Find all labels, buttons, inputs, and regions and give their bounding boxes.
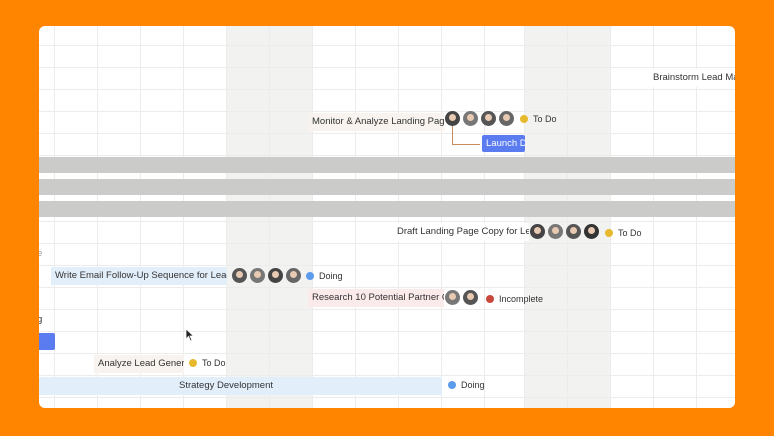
status-label: To Do: [202, 358, 226, 368]
offscreen-task-fragment[interactable]: e: [39, 245, 47, 263]
doing-status-dot: [448, 381, 456, 389]
task-bar-launch-digital[interactable]: Launch Dig: [482, 135, 525, 152]
group-separator-band: [39, 201, 735, 217]
task-bar-write-email[interactable]: Write Email Follow-Up Sequence for Lead: [51, 267, 227, 285]
timeline-grid: [39, 26, 735, 408]
status-label: Doing: [461, 380, 485, 390]
assignee-avatars[interactable]: [232, 268, 301, 283]
gantt-timeline: Brainstorm Lead Ma Monitor & Analyze Lan…: [39, 26, 735, 408]
doing-status-dot: [306, 272, 314, 280]
avatar[interactable]: [445, 111, 460, 126]
task-bar-strategy-development[interactable]: Strategy Development: [39, 377, 442, 395]
avatar[interactable]: [286, 268, 301, 283]
assignee-avatars[interactable]: [445, 290, 478, 305]
status-label: To Do: [533, 114, 557, 124]
offscreen-task-bar[interactable]: [39, 333, 55, 350]
status-label: Incomplete: [499, 294, 544, 304]
status-label: Doing: [319, 271, 343, 281]
avatar[interactable]: [566, 224, 581, 239]
task-bar-brainstorm[interactable]: Brainstorm Lead Ma: [649, 69, 735, 87]
avatar[interactable]: [499, 111, 514, 126]
todo-status-dot: [605, 229, 613, 237]
avatar[interactable]: [463, 111, 478, 126]
mouse-pointer-icon: [185, 328, 195, 342]
todo-status-dot: [189, 359, 197, 367]
task-bar-analyze-lead[interactable]: Analyze Lead Genera: [94, 355, 184, 373]
status-badge[interactable]: To Do: [605, 228, 642, 238]
avatar[interactable]: [548, 224, 563, 239]
status-badge[interactable]: Incomplete: [486, 294, 543, 304]
avatar[interactable]: [481, 111, 496, 126]
group-separator-band: [39, 157, 735, 173]
avatar[interactable]: [445, 290, 460, 305]
assignee-avatars[interactable]: [445, 111, 514, 126]
todo-status-dot: [520, 115, 528, 123]
avatar[interactable]: [584, 224, 599, 239]
task-bar-research-partners[interactable]: Research 10 Potential Partner Co: [308, 289, 444, 307]
group-separator-band: [39, 179, 735, 195]
avatar[interactable]: [530, 224, 545, 239]
status-badge[interactable]: Doing: [306, 271, 343, 281]
status-label: To Do: [618, 228, 642, 238]
avatar[interactable]: [463, 290, 478, 305]
avatar[interactable]: [232, 268, 247, 283]
status-badge[interactable]: Doing: [448, 380, 485, 390]
dependency-connector: [452, 126, 480, 145]
offscreen-task-fragment[interactable]: g: [39, 311, 49, 329]
incomplete-status-dot: [486, 295, 494, 303]
task-bar-draft-landing-page[interactable]: Draft Landing Page Copy for Le: [393, 223, 529, 241]
assignee-avatars[interactable]: [530, 224, 599, 239]
status-badge[interactable]: To Do: [189, 358, 226, 368]
status-badge[interactable]: To Do: [520, 114, 557, 124]
task-bar-monitor-analyze[interactable]: Monitor & Analyze Landing Page: [308, 113, 444, 131]
avatar[interactable]: [268, 268, 283, 283]
avatar[interactable]: [250, 268, 265, 283]
